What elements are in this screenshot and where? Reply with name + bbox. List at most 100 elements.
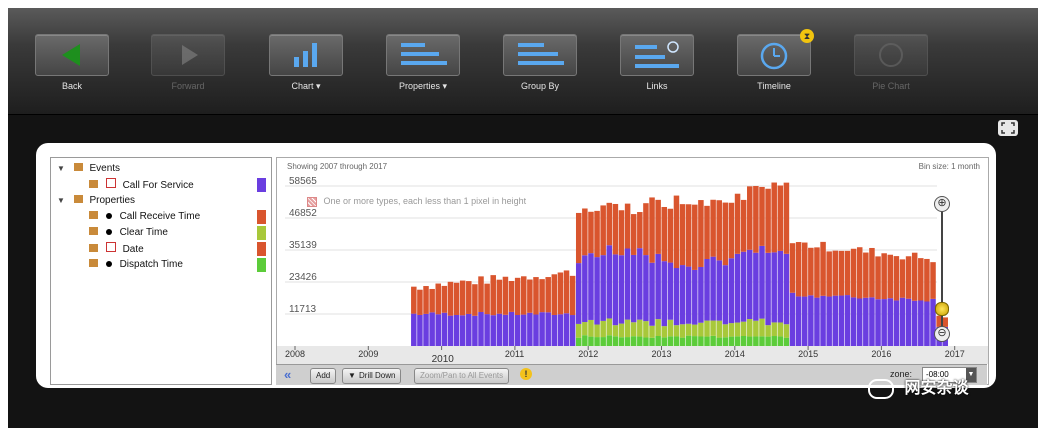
back-button[interactable]: Back <box>34 34 110 104</box>
call-receive-time-bar <box>820 241 826 296</box>
properties-label: Properties ▾ <box>398 81 448 91</box>
dispatch-time-bar <box>612 336 619 346</box>
call-receive-time-bar <box>490 275 496 316</box>
y-tick-label: 35139 <box>289 240 317 251</box>
dispatch-time-bar <box>716 337 722 346</box>
dispatch-time-bar <box>728 336 735 346</box>
call-receive-time-bar <box>618 210 625 256</box>
timeline-button[interactable]: ⧗ Timeline <box>736 29 814 104</box>
call-for-service-bar <box>838 295 845 346</box>
call-receive-time-bar <box>801 242 808 297</box>
x-tick-label: 2008 <box>285 349 305 359</box>
call-for-service-bar <box>893 300 900 346</box>
dispatch-time-bar <box>679 337 686 346</box>
dispatch-time-swatch[interactable] <box>257 258 266 272</box>
call-for-service-bar <box>869 297 875 346</box>
clear-time-bar <box>661 326 668 338</box>
call-receive-time-bar <box>808 247 814 296</box>
info-icon[interactable]: ! <box>520 368 532 380</box>
tree-node-date[interactable]: Date <box>89 242 144 256</box>
clear-time-swatch[interactable] <box>257 226 266 240</box>
zoom-slider[interactable]: ⊕ ⊖ <box>933 194 951 344</box>
zoom-handle[interactable] <box>935 302 949 316</box>
call-for-service-bar <box>850 297 857 346</box>
call-receive-time-bar <box>875 256 881 300</box>
clear-time-bar <box>747 319 753 337</box>
clear-time-bar <box>582 322 588 336</box>
forward-button[interactable]: Forward <box>150 34 226 104</box>
call-for-service-bar <box>533 314 539 346</box>
call-receive-time-bar <box>429 288 435 313</box>
bars <box>411 182 948 346</box>
zoom-to-all-events-button[interactable]: Zoom/Pan to All Events <box>414 368 510 384</box>
call-for-service-bar <box>429 312 435 346</box>
call-receive-time-bar <box>826 251 832 297</box>
collapse-panel-icon[interactable]: « <box>284 367 291 382</box>
tree-node-call-receive-time[interactable]: Call Receive Time <box>89 210 200 224</box>
links-button[interactable]: Links <box>619 34 695 104</box>
call-for-service-bar <box>734 253 741 323</box>
call-receive-time-bar <box>814 247 820 298</box>
call-receive-time-bar <box>459 280 466 316</box>
call-for-service-bar <box>643 255 649 322</box>
watermark-text: 网安杂谈 <box>904 378 969 397</box>
call-receive-time-bar <box>649 197 655 263</box>
zoom-out-icon[interactable]: ⊖ <box>934 326 950 342</box>
dispatch-time-bar <box>588 336 594 346</box>
call-receive-time-bar <box>411 286 417 314</box>
tree-node-events[interactable]: ▼ Events <box>57 162 120 176</box>
call-for-service-bar <box>411 313 417 346</box>
call-receive-time-bar <box>423 286 429 314</box>
fullscreen-icon[interactable] <box>998 120 1018 136</box>
call-for-service-bar <box>814 297 820 346</box>
call-receive-time-swatch[interactable] <box>257 210 266 224</box>
dispatch-time-bar <box>667 336 674 346</box>
dot-icon <box>105 261 112 267</box>
call-for-service-bar <box>759 245 765 319</box>
call-for-service-bar <box>453 314 460 346</box>
call-receive-time-bar <box>545 277 551 313</box>
call-for-service-swatch[interactable] <box>257 178 266 192</box>
clear-time-bar <box>698 322 704 337</box>
forward-arrow-icon <box>151 34 225 76</box>
date-swatch[interactable] <box>257 242 266 256</box>
tree-node-call-for-service[interactable]: Call For Service <box>89 178 194 192</box>
drill-down-button[interactable]: ▼ Drill Down <box>342 368 402 384</box>
add-button[interactable]: Add <box>310 368 337 384</box>
chart-button[interactable]: Chart ▾ <box>268 34 344 104</box>
histogram-svg[interactable]: 1171323426351394685258565 2008 2009 2010 20… <box>277 158 988 384</box>
call-receive-time-bar <box>911 252 918 301</box>
call-for-service-bar <box>820 295 826 346</box>
tree-node-dispatch-time[interactable]: Dispatch Time <box>89 258 183 272</box>
properties-button[interactable]: Properties ▾ <box>385 34 461 104</box>
call-for-service-bar <box>624 248 631 320</box>
expand-triangle-icon[interactable]: ▼ <box>57 196 65 205</box>
back-label: Back <box>61 81 82 91</box>
call-for-service-bar <box>417 314 423 346</box>
tree-node-properties[interactable]: ▼ Properties <box>57 194 135 208</box>
dispatch-time-bar <box>606 335 613 346</box>
group-by-button[interactable]: Group By <box>502 34 578 104</box>
call-for-service-bar <box>527 312 533 346</box>
call-for-service-bar <box>667 262 674 320</box>
tree-node-clear-time[interactable]: Clear Time <box>89 226 168 240</box>
histogram-area[interactable]: 11713 23426 35139 46852 58565 2008 2009 2010 20… <box>276 157 989 385</box>
tree-label-date: Date <box>122 244 144 255</box>
tree-label-properties: Properties <box>89 195 136 206</box>
call-receive-time-bar <box>655 199 661 254</box>
call-for-service-bar <box>728 258 735 324</box>
pie-chart-button[interactable]: Pie Chart <box>853 34 929 104</box>
call-for-service-bar <box>673 268 680 326</box>
call-for-service-bar <box>856 298 863 346</box>
clear-time-bar <box>630 322 637 337</box>
clear-time-bar <box>624 319 631 338</box>
call-for-service-bar <box>447 315 454 346</box>
expand-triangle-icon[interactable]: ▼ <box>57 164 65 173</box>
call-receive-time-bar <box>453 282 460 315</box>
clear-time-bar <box>637 319 643 337</box>
call-receive-time-bar <box>728 202 735 259</box>
links-icon <box>620 34 694 76</box>
dispatch-time-bar <box>661 337 668 346</box>
zoom-in-icon[interactable]: ⊕ <box>934 196 950 212</box>
call-receive-time-bar <box>692 204 698 270</box>
